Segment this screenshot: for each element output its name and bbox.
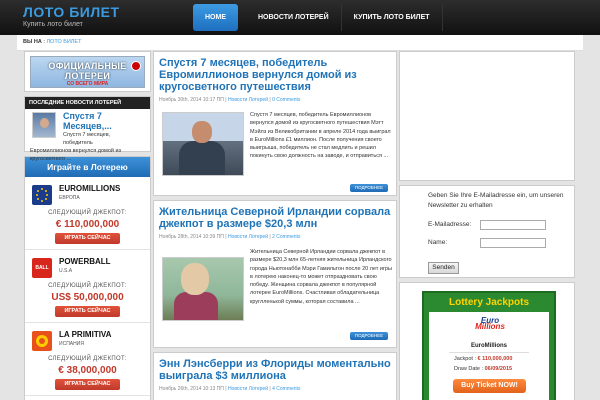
- name-field[interactable]: [480, 238, 546, 248]
- site-tagline: Купить лото билет: [23, 21, 83, 28]
- article-image[interactable]: [162, 257, 244, 321]
- draw-date-row: Draw Date : 06/09/2015: [454, 366, 512, 372]
- article-comments-link[interactable]: 4 Comments: [272, 386, 300, 392]
- banner-line2: ЛОТЕРЕИ: [64, 71, 111, 81]
- jackpot-amount: US$ 50,000,000: [51, 292, 124, 303]
- latest-news-item: Спустя 7 Месяцев,... Спустя 7 месяцев, п…: [25, 109, 150, 162]
- jackpot-row: Jackpot : € 110,000,000: [454, 356, 512, 362]
- article-comments-link[interactable]: 0 Comments: [272, 97, 300, 103]
- draw-date-label: Draw Date :: [454, 366, 484, 372]
- article-meta: Ноябрь 28th, 2014 10:39 ПП | Новости Лот…: [159, 234, 301, 240]
- banner-box: ОФИЦИАЛЬНЫЕ ЛОТЕРЕИ СО ВСЕГО МИРА: [24, 51, 151, 92]
- flag-icon: [131, 61, 141, 71]
- article-category-link[interactable]: Новости Лотерей: [228, 97, 268, 103]
- main-content: Спустя 7 месяцев, победитель Евромиллион…: [153, 51, 397, 400]
- email-field[interactable]: [480, 220, 546, 230]
- article-image[interactable]: [162, 112, 244, 176]
- site-logo[interactable]: ЛОТО БИЛЕТ: [23, 4, 120, 20]
- lottery-country: ЕВРОПА: [59, 195, 80, 201]
- jackpot-label: СЛЕДУЮЩИЙ ДЖЕКПОТ:: [48, 356, 127, 362]
- jackpots-heading: Lottery Jackpots: [448, 297, 530, 308]
- right-sidebar: Geben Sie Ihre E-Mailadresse ein, um uns…: [399, 51, 575, 400]
- play-now-button[interactable]: ИГРАТЬ СЕЙЧАС: [55, 233, 120, 244]
- lottery-name: POWERBALL: [59, 257, 111, 266]
- latest-news-widget: ПОСЛЕДНИЕ НОВОСТИ ЛОТЕРЕЙ Спустя 7 Месяц…: [24, 96, 151, 162]
- ad-space: [399, 51, 575, 181]
- buy-ticket-button[interactable]: Buy Ticket NOW!: [453, 379, 526, 393]
- article-date: Ноябрь 26th, 2014 10:13 ПП: [159, 386, 224, 392]
- divider: [449, 352, 529, 353]
- jackpot-amount: € 110,000,000: [55, 219, 120, 230]
- jackpot-row-label: Jackpot :: [454, 356, 477, 362]
- draw-date-value: 06/09/2015: [484, 366, 513, 372]
- la-primitiva-logo-icon: [32, 331, 52, 351]
- main-nav: HOME НОВОСТИ ЛОТЕРЕЙ КУПИТЬ ЛОТО БИЛЕТ: [193, 4, 443, 31]
- jackpot-lottery-name: EuroMillions: [471, 343, 507, 349]
- jackpot-card: Lottery Jackpots Euro Millions EuroMilli…: [422, 291, 556, 400]
- lottery-item-euromillions: EUROMILLIONS ЕВРОПА СЛЕДУЮЩИЙ ДЖЕКПОТ: €…: [25, 177, 150, 250]
- official-lotteries-banner[interactable]: ОФИЦИАЛЬНЫЕ ЛОТЕРЕИ СО ВСЕГО МИРА: [30, 56, 145, 88]
- article-excerpt: Жительница Северной Ирландии сорвала дже…: [250, 249, 392, 305]
- nav-lottery-news[interactable]: НОВОСТИ ЛОТЕРЕЙ: [246, 4, 342, 31]
- latest-news-heading: ПОСЛЕДНИЕ НОВОСТИ ЛОТЕРЕЙ: [25, 97, 150, 109]
- excerpt-line: кругосветного ...: [30, 156, 72, 162]
- jackpot-amount: € 38,000,000: [58, 365, 117, 376]
- breadcrumb-current[interactable]: ЛОТО БИЛЕТ: [46, 39, 81, 45]
- lottery-name: EUROMILLIONS: [59, 184, 121, 193]
- article-excerpt: Спустя 7 месяцев, победитель Евромиллион…: [250, 112, 391, 160]
- newsletter-widget: Geben Sie Ihre E-Mailadresse ein, um uns…: [399, 185, 575, 278]
- play-now-button[interactable]: ИГРАТЬ СЕЙЧАС: [55, 379, 120, 390]
- article-meta: Ноябрь 30th, 2014 10:17 ПП | Новости Лот…: [159, 97, 301, 103]
- jackpot-row-value: € 110,000,000: [477, 356, 513, 362]
- article-title[interactable]: Спустя 7 месяцев, победитель Евромиллион…: [159, 57, 393, 93]
- powerball-logo-icon: BALL: [32, 258, 52, 278]
- latest-news-excerpt: Спустя 7 месяцев, победитель Евромиллион…: [30, 131, 148, 163]
- article-card: Жительница Северной Ирландии сорвала дже…: [153, 200, 397, 348]
- left-sidebar: ОФИЦИАЛЬНЫЕ ЛОТЕРЕИ СО ВСЕГО МИРА ПОСЛЕД…: [24, 51, 151, 400]
- site-header: ЛОТО БИЛЕТ Купить лото билет HOME НОВОСТ…: [0, 0, 600, 35]
- lottery-country: ИСПАНИЯ: [59, 341, 84, 347]
- newsletter-submit-button[interactable]: Senden: [428, 262, 459, 274]
- jackpot-label: СЛЕДУЮЩИЙ ДЖЕКПОТ:: [48, 210, 127, 216]
- email-label: E-Mailadresse:: [428, 221, 472, 228]
- article-date: Ноябрь 28th, 2014 10:39 ПП: [159, 234, 224, 240]
- lottery-country: U.S.A: [59, 268, 73, 274]
- article-meta: Ноябрь 26th, 2014 10:13 ПП | Новости Лот…: [159, 386, 301, 392]
- name-label: Name:: [428, 239, 448, 246]
- jackpots-widget: Lottery Jackpots Euro Millions EuroMilli…: [399, 282, 575, 400]
- excerpt-line: Евромиллионов вернулся домой из: [30, 148, 122, 154]
- newsletter-intro: Geben Sie Ihre E-Mailadresse ein, um uns…: [428, 192, 564, 209]
- article-date: Ноябрь 30th, 2014 10:17 ПП: [159, 97, 224, 103]
- article-title[interactable]: Жительница Северной Ирландии сорвала дже…: [159, 206, 393, 230]
- breadcrumb-prefix: ВЫ НА: [23, 39, 42, 45]
- banner-line1: ОФИЦИАЛЬНЫЕ: [48, 61, 127, 71]
- jackpot-label: СЛЕДУЮЩИЙ ДЖЕКПОТ:: [48, 283, 127, 289]
- article-card: Спустя 7 месяцев, победитель Евромиллион…: [153, 51, 397, 196]
- play-now-button[interactable]: ИГРАТЬ СЕЙЧАС: [55, 306, 120, 317]
- excerpt-line: Спустя 7 месяцев,: [63, 132, 111, 138]
- euromillions-logo-icon: [32, 185, 52, 205]
- lottery-name: LA PRIMITIVA: [59, 330, 112, 339]
- latest-news-title[interactable]: Спустя 7 Месяцев,...: [63, 111, 147, 131]
- euromillions-logo-icon: Euro Millions: [471, 316, 509, 338]
- play-lottery-widget: Играйте в Лотерею EUROMILLIONS ЕВРОПА СЛ…: [24, 156, 151, 400]
- nav-buy-ticket[interactable]: КУПИТЬ ЛОТО БИЛЕТ: [342, 4, 443, 31]
- jackpot-inner: Euro Millions EuroMillions Jackpot : € 1…: [429, 312, 549, 400]
- article-category-link[interactable]: Новости Лотерей: [228, 386, 268, 392]
- article-card: Энн Лэнсберри из Флориды моментально выи…: [153, 352, 397, 400]
- article-comments-link[interactable]: 2 Comments: [272, 234, 300, 240]
- article-title[interactable]: Энн Лэнсберри из Флориды моментально выи…: [159, 358, 393, 382]
- nav-home[interactable]: HOME: [193, 4, 238, 31]
- banner-line3: СО ВСЕГО МИРА: [66, 81, 109, 87]
- article-category-link[interactable]: Новости Лотерей: [228, 234, 268, 240]
- read-more-button[interactable]: ПОДРОБНЕЕ: [350, 184, 388, 192]
- read-more-button[interactable]: ПОДРОБНЕЕ: [350, 332, 388, 340]
- lottery-item-la-primitiva: LA PRIMITIVA ИСПАНИЯ СЛЕДУЮЩИЙ ДЖЕКПОТ: …: [25, 323, 150, 396]
- excerpt-line: победитель: [63, 140, 93, 146]
- logo-line2: Millions: [475, 322, 505, 331]
- lottery-item-powerball: BALL POWERBALL U.S.A СЛЕДУЮЩИЙ ДЖЕКПОТ: …: [25, 250, 150, 323]
- breadcrumb: ВЫ НА : ЛОТО БИЛЕТ: [17, 35, 583, 51]
